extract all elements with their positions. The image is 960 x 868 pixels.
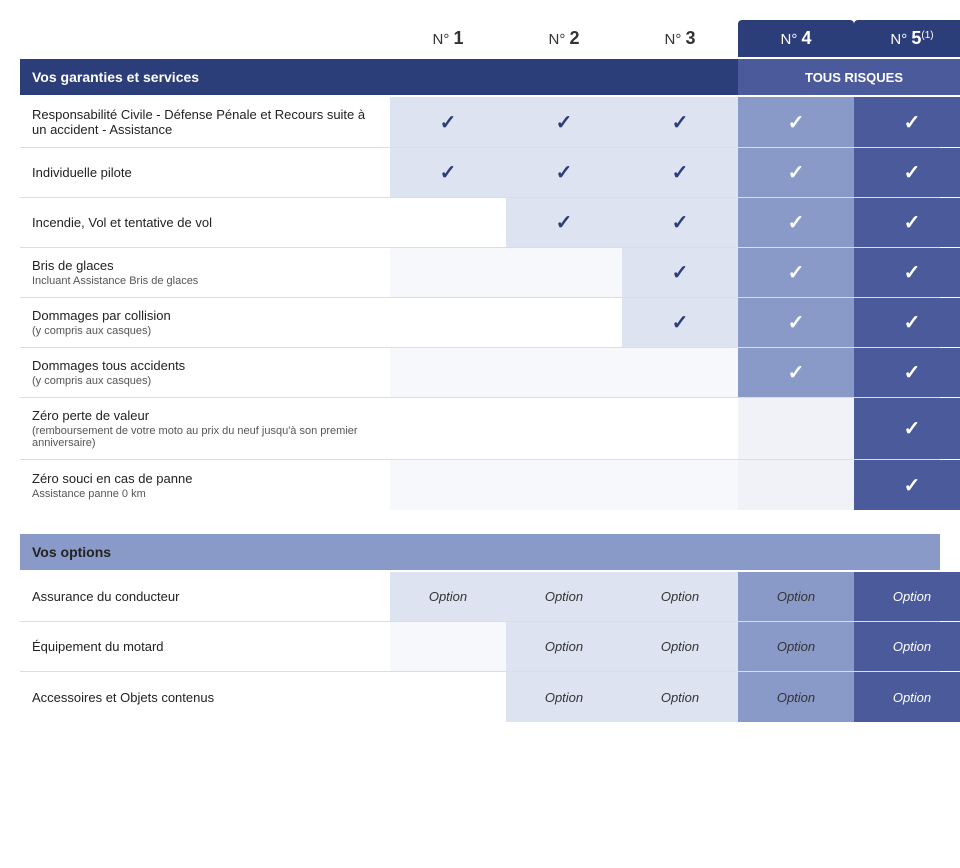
header-n3: N° 3 bbox=[622, 20, 738, 57]
option-cell: Option bbox=[622, 672, 738, 722]
row-cell: ✓ bbox=[854, 348, 960, 397]
options-table: Assurance du conducteur Option Option Op… bbox=[20, 572, 940, 722]
row-label-bris-glaces: Bris de glaces Incluant Assistance Bris … bbox=[20, 248, 390, 297]
tous-risques-label: TOUS RISQUES bbox=[738, 59, 960, 95]
guarantees-section-title: Vos garanties et services bbox=[20, 59, 738, 95]
option-cell: Option bbox=[738, 572, 854, 621]
row-cell: ✓ bbox=[506, 148, 622, 197]
header-n2: N° 2 bbox=[506, 20, 622, 57]
row-cell: ✓ bbox=[622, 198, 738, 247]
row-cell bbox=[390, 298, 506, 347]
row-label-rc: Responsabilité Civile - Défense Pénale e… bbox=[20, 97, 390, 147]
row-cell: ✓ bbox=[738, 148, 854, 197]
row-label-zero-souci: Zéro souci en cas de panne Assistance pa… bbox=[20, 460, 390, 510]
option-cell: Option bbox=[738, 622, 854, 671]
row-cell: ✓ bbox=[622, 298, 738, 347]
option-cell: Option bbox=[622, 622, 738, 671]
row-label-assurance-conducteur: Assurance du conducteur bbox=[20, 572, 390, 621]
row-cell: ✓ bbox=[622, 97, 738, 147]
row-cell: ✓ bbox=[390, 97, 506, 147]
row-cell bbox=[390, 348, 506, 397]
row-cell bbox=[390, 398, 506, 459]
row-cell bbox=[506, 398, 622, 459]
row-cell: ✓ bbox=[854, 97, 960, 147]
row-label-individuelle: Individuelle pilote bbox=[20, 148, 390, 197]
row-cell: ✓ bbox=[854, 398, 960, 459]
row-cell bbox=[622, 398, 738, 459]
row-cell bbox=[506, 460, 622, 510]
row-cell: ✓ bbox=[854, 298, 960, 347]
table-row: Équipement du motard Option Option Optio… bbox=[20, 622, 940, 672]
row-cell: ✓ bbox=[622, 248, 738, 297]
option-cell: Option bbox=[854, 572, 960, 621]
option-cell bbox=[390, 622, 506, 671]
option-cell: Option bbox=[854, 622, 960, 671]
header-n5: N° 5(1) bbox=[854, 20, 960, 57]
row-label-equipement-motard: Équipement du motard bbox=[20, 622, 390, 671]
row-cell: ✓ bbox=[854, 148, 960, 197]
table-row: Assurance du conducteur Option Option Op… bbox=[20, 572, 940, 622]
row-cell: ✓ bbox=[738, 348, 854, 397]
table-row: Individuelle pilote ✓ ✓ ✓ ✓ ✓ bbox=[20, 148, 940, 198]
options-section-title: Vos options bbox=[20, 534, 940, 570]
row-cell: ✓ bbox=[854, 460, 960, 510]
table-row: Dommages tous accidents (y compris aux c… bbox=[20, 348, 940, 398]
table-row: Zéro souci en cas de panne Assistance pa… bbox=[20, 460, 940, 510]
option-cell: Option bbox=[506, 672, 622, 722]
row-cell bbox=[506, 298, 622, 347]
row-cell bbox=[506, 348, 622, 397]
row-cell bbox=[622, 460, 738, 510]
row-cell bbox=[390, 198, 506, 247]
row-cell bbox=[390, 460, 506, 510]
header-n1: N° 1 bbox=[390, 20, 506, 57]
option-cell: Option bbox=[738, 672, 854, 722]
header-n4: N° 4 bbox=[738, 20, 854, 57]
option-cell: Option bbox=[506, 572, 622, 621]
row-cell: ✓ bbox=[390, 148, 506, 197]
row-label-dommages-collision: Dommages par collision (y compris aux ca… bbox=[20, 298, 390, 347]
table-row: Dommages par collision (y compris aux ca… bbox=[20, 298, 940, 348]
row-cell: ✓ bbox=[854, 198, 960, 247]
row-cell: ✓ bbox=[506, 198, 622, 247]
row-label-incendie: Incendie, Vol et tentative de vol bbox=[20, 198, 390, 247]
section-gap bbox=[20, 510, 940, 534]
row-cell bbox=[738, 460, 854, 510]
row-cell: ✓ bbox=[622, 148, 738, 197]
row-cell: ✓ bbox=[854, 248, 960, 297]
header-empty bbox=[20, 20, 390, 57]
option-cell: Option bbox=[622, 572, 738, 621]
option-cell: Option bbox=[854, 672, 960, 722]
table-row: Bris de glaces Incluant Assistance Bris … bbox=[20, 248, 940, 298]
row-cell: ✓ bbox=[506, 97, 622, 147]
row-cell: ✓ bbox=[738, 97, 854, 147]
table-row: Accessoires et Objets contenus Option Op… bbox=[20, 672, 940, 722]
row-label-zero-perte: Zéro perte de valeur (remboursement de v… bbox=[20, 398, 390, 459]
row-cell bbox=[506, 248, 622, 297]
table-row: Incendie, Vol et tentative de vol ✓ ✓ ✓ … bbox=[20, 198, 940, 248]
guarantees-table: Responsabilité Civile - Défense Pénale e… bbox=[20, 97, 940, 510]
option-cell: Option bbox=[506, 622, 622, 671]
row-cell: ✓ bbox=[738, 298, 854, 347]
row-label-dommages-accidents: Dommages tous accidents (y compris aux c… bbox=[20, 348, 390, 397]
row-label-accessoires: Accessoires et Objets contenus bbox=[20, 672, 390, 722]
row-cell bbox=[390, 248, 506, 297]
option-cell bbox=[390, 672, 506, 722]
row-cell: ✓ bbox=[738, 248, 854, 297]
option-cell: Option bbox=[390, 572, 506, 621]
row-cell: ✓ bbox=[738, 198, 854, 247]
row-cell bbox=[738, 398, 854, 459]
table-row: Responsabilité Civile - Défense Pénale e… bbox=[20, 97, 940, 148]
table-row: Zéro perte de valeur (remboursement de v… bbox=[20, 398, 940, 460]
row-cell bbox=[622, 348, 738, 397]
main-container: N° 1 N° 2 N° 3 N° 4 N° 5(1) Vos garantie… bbox=[20, 20, 940, 722]
column-headers: N° 1 N° 2 N° 3 N° 4 N° 5(1) bbox=[20, 20, 940, 57]
